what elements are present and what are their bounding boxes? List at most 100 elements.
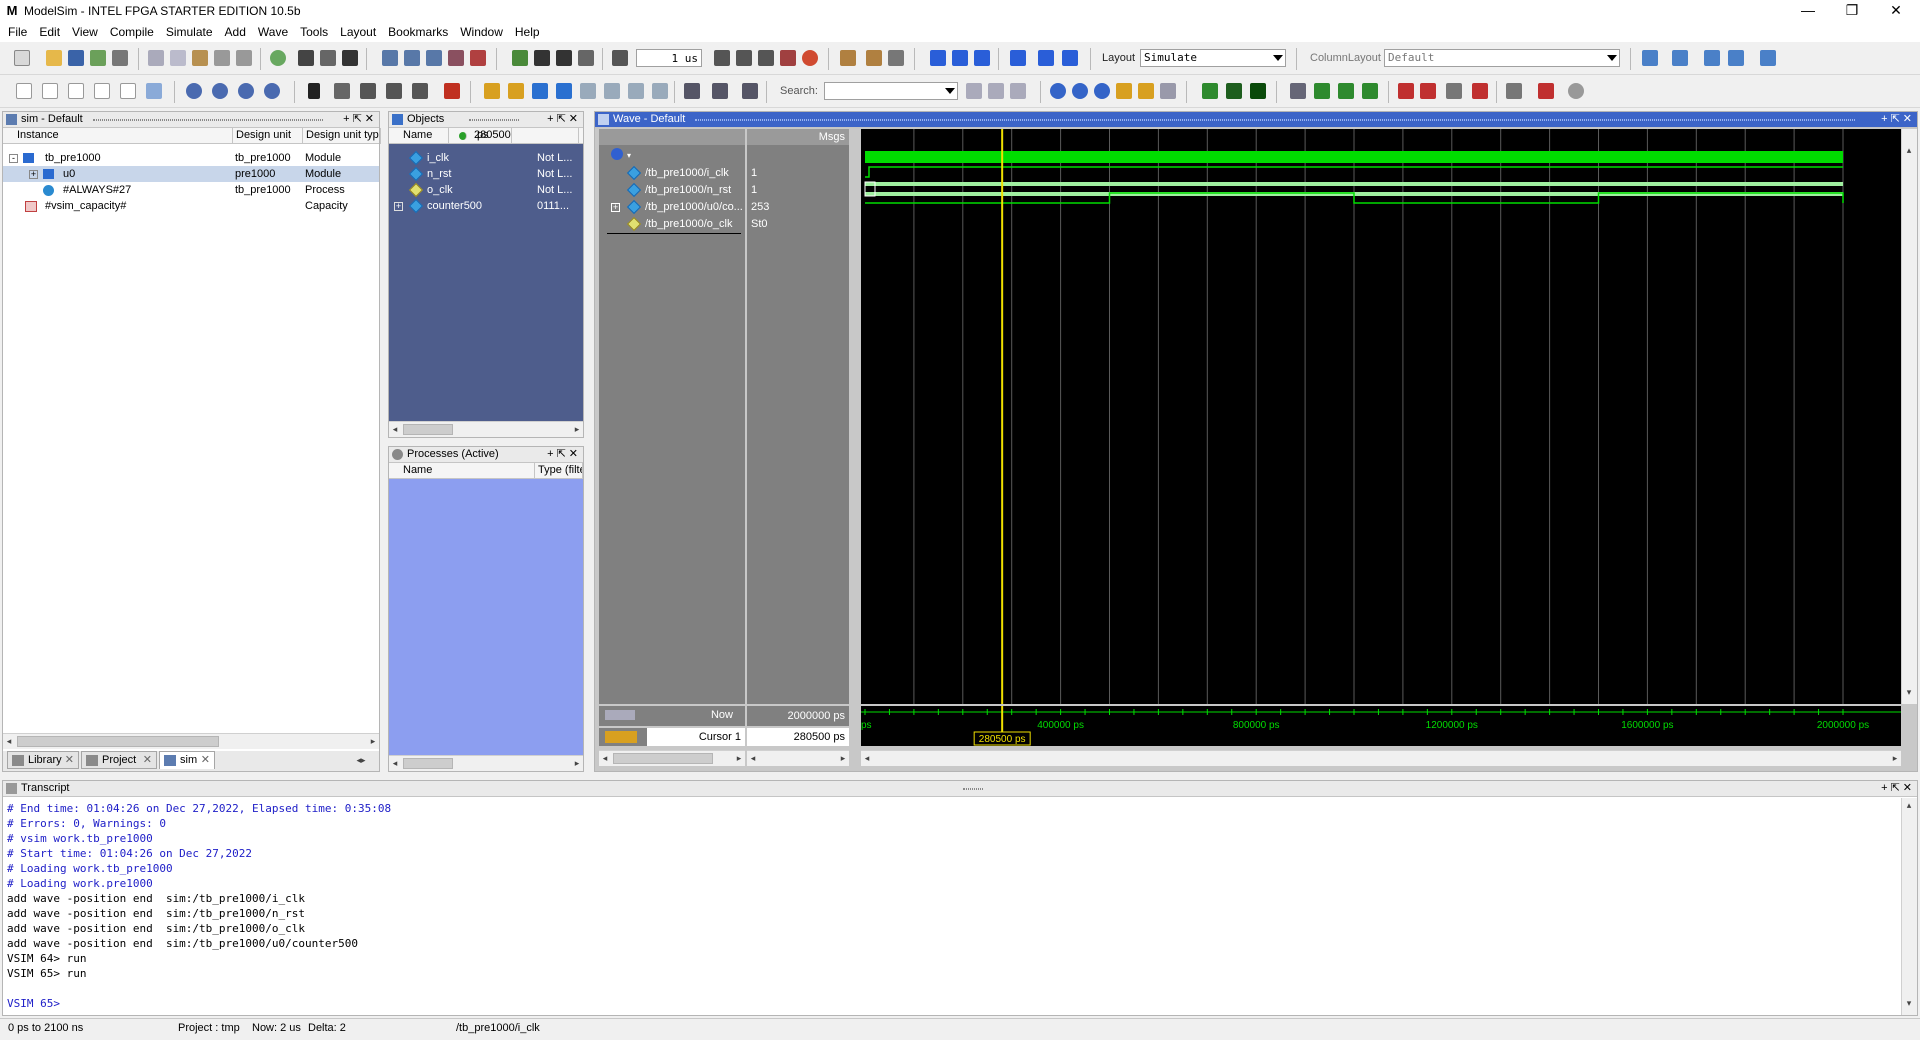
step-2-icon[interactable]: [866, 50, 882, 66]
sort-icon[interactable]: [412, 83, 428, 99]
zoom-full-icon[interactable]: [1094, 83, 1110, 99]
settings-icon[interactable]: [1568, 83, 1584, 99]
close-icon[interactable]: ✕: [65, 752, 74, 769]
edge-6-icon[interactable]: [652, 83, 668, 99]
menu-help[interactable]: Help: [509, 25, 546, 39]
waveform-area[interactable]: [861, 129, 1901, 704]
wave-tool-9-icon[interactable]: [1362, 83, 1378, 99]
expand-icon[interactable]: +: [611, 203, 620, 212]
zoom-mode-icon[interactable]: [334, 83, 350, 99]
search-input[interactable]: [824, 82, 958, 100]
object-row[interactable]: n_rst Not L...: [389, 166, 583, 182]
zoom-out-icon[interactable]: [1072, 83, 1088, 99]
column-layout-select[interactable]: Default: [1384, 49, 1620, 67]
new-file-icon[interactable]: [14, 50, 30, 66]
step-into-icon[interactable]: [930, 50, 946, 66]
save-icon[interactable]: [68, 50, 84, 66]
wave-tool-7-icon[interactable]: [1314, 83, 1330, 99]
up-arrow-icon[interactable]: [534, 50, 550, 66]
menu-compile[interactable]: Compile: [104, 25, 160, 39]
step-over-icon[interactable]: [952, 50, 968, 66]
clipboard-icon[interactable]: [1446, 83, 1462, 99]
col-type[interactable]: Type (filte: [535, 463, 583, 479]
restore-button[interactable]: ❐: [1830, 0, 1874, 22]
wave-tool-5-icon[interactable]: [470, 50, 486, 66]
menu-tools[interactable]: Tools: [294, 25, 334, 39]
menu-bookmarks[interactable]: Bookmarks: [382, 25, 454, 39]
col-design-unit[interactable]: Design unit: [233, 128, 303, 144]
wave-tool-4-icon[interactable]: [448, 50, 464, 66]
layout-tool-3-icon[interactable]: [1704, 50, 1720, 66]
prev-edge-icon[interactable]: [532, 83, 548, 99]
tab-scroll-icon[interactable]: ◂▸: [355, 755, 367, 766]
copy-icon[interactable]: [170, 50, 186, 66]
objects-hscrollbar[interactable]: ◂ ▸: [389, 421, 583, 437]
transcript-text[interactable]: # End time: 01:04:26 on Dec 27,2022, Ela…: [7, 801, 1887, 1013]
tab-sim[interactable]: sim ✕: [159, 751, 215, 769]
layout-select[interactable]: Simulate: [1140, 49, 1286, 67]
run-all-icon[interactable]: [758, 50, 774, 66]
edge-4-icon[interactable]: [604, 83, 620, 99]
object-row[interactable]: o_clk Not L...: [389, 182, 583, 198]
pan-icon[interactable]: [360, 83, 376, 99]
tree-row-selected[interactable]: + u0 pre1000 Module: [3, 166, 379, 182]
tab-project[interactable]: Project ✕: [81, 751, 157, 769]
paste-icon[interactable]: [192, 50, 208, 66]
search-binoculars-icon[interactable]: [966, 83, 982, 99]
zoom-in-icon[interactable]: [1050, 83, 1066, 99]
menu-simulate[interactable]: Simulate: [160, 25, 219, 39]
wave-tool-1-icon[interactable]: [382, 50, 398, 66]
menu-edit[interactable]: Edit: [33, 25, 66, 39]
edge-3-icon[interactable]: [580, 83, 596, 99]
filter-2-icon[interactable]: [42, 83, 58, 99]
layout-tool-5-icon[interactable]: [1760, 50, 1776, 66]
expand-icon[interactable]: +: [29, 170, 38, 179]
filter-4-icon[interactable]: [94, 83, 110, 99]
wave-format-1-icon[interactable]: [1202, 83, 1218, 99]
open-folder-icon[interactable]: [46, 50, 62, 66]
gear-1-icon[interactable]: [186, 83, 202, 99]
wave-tool-2-icon[interactable]: [404, 50, 420, 66]
search-next-icon[interactable]: [988, 83, 1004, 99]
wave-signal-row[interactable]: /tb_pre1000/i_clk: [599, 165, 745, 181]
wave-tool-6-icon[interactable]: [1290, 83, 1306, 99]
layout-tool-2-icon[interactable]: [1672, 50, 1688, 66]
time-ruler[interactable]: ps 400000 ps 800000 ps 1200000 ps 1600000 ps…: [861, 706, 1901, 746]
zoom-cursor-icon[interactable]: [1116, 83, 1132, 99]
insert-cursor-icon[interactable]: [484, 83, 500, 99]
wave-hscrollbar[interactable]: ◂ ▸: [861, 750, 1901, 766]
format-menu-icon[interactable]: [1506, 83, 1522, 99]
delete-3-icon[interactable]: [1472, 83, 1488, 99]
stop-icon[interactable]: [802, 50, 818, 66]
tree-row[interactable]: #ALWAYS#27 tb_pre1000 Process: [3, 182, 379, 198]
jump-icon[interactable]: [1062, 50, 1078, 66]
menu-file[interactable]: File: [2, 25, 33, 39]
step-1-icon[interactable]: [840, 50, 856, 66]
close-icon[interactable]: ✕: [143, 752, 152, 769]
menu-view[interactable]: View: [66, 25, 104, 39]
filter-1-icon[interactable]: [16, 83, 32, 99]
hand-icon[interactable]: [888, 50, 904, 66]
trace-3-icon[interactable]: [742, 83, 758, 99]
run-length-input[interactable]: [636, 49, 702, 67]
col-design-unit-type[interactable]: Design unit typ: [303, 128, 381, 144]
minimize-button[interactable]: —: [1786, 0, 1830, 22]
values-hscrollbar[interactable]: ◂ ▸: [747, 750, 849, 766]
delete-1-icon[interactable]: [1398, 83, 1414, 99]
next-edge-icon[interactable]: [556, 83, 572, 99]
names-hscrollbar[interactable]: ◂ ▸: [599, 750, 745, 766]
objects-time-field[interactable]: 280500 ps: [449, 128, 579, 144]
menu-add[interactable]: Add: [219, 25, 252, 39]
layout-tool-1-icon[interactable]: [1642, 50, 1658, 66]
object-row[interactable]: i_clk Not L...: [389, 150, 583, 166]
pane-controls[interactable]: +⇱✕: [1881, 112, 1915, 127]
find-replace-icon[interactable]: [320, 50, 336, 66]
col-instance[interactable]: Instance: [3, 128, 233, 144]
trace-2-icon[interactable]: [712, 83, 728, 99]
continue-icon[interactable]: [736, 50, 752, 66]
print-icon[interactable]: [112, 50, 128, 66]
gear-2-icon[interactable]: [212, 83, 228, 99]
expand-icon[interactable]: +: [394, 202, 403, 211]
tab-library[interactable]: Library ✕: [7, 751, 79, 769]
layout-tool-4-icon[interactable]: [1728, 50, 1744, 66]
